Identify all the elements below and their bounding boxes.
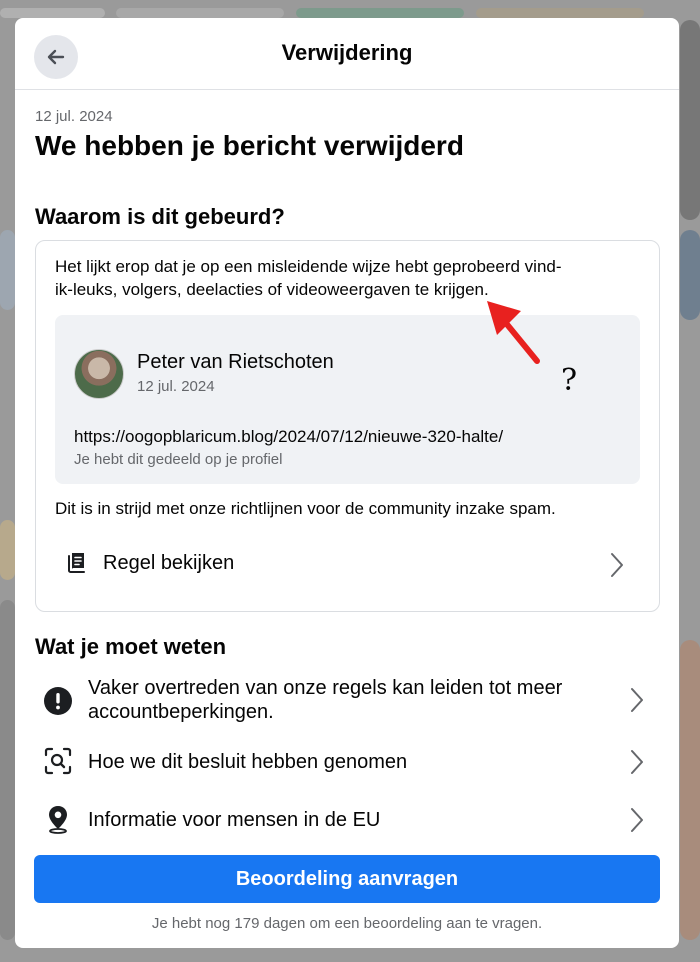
reason-text: Het lijkt erop dat je op een misleidende…	[55, 255, 640, 301]
post-link[interactable]: https://oogopblaricum.blog/2024/07/12/ni…	[74, 427, 503, 447]
eu-information-label: Informatie voor mensen in de EU	[88, 809, 381, 831]
dialog-title: Verwijdering	[281, 40, 413, 65]
why-heading: Waarom is dit gebeurd?	[35, 204, 285, 229]
location-pin-icon	[49, 806, 67, 834]
chevron-right-icon	[631, 808, 643, 832]
request-review-button[interactable]: Beoordeling aanvragen	[34, 855, 660, 903]
chevron-right-icon	[611, 553, 623, 577]
page-title: We hebben je bericht verwijderd	[35, 130, 464, 161]
book-icon	[68, 553, 85, 573]
reason-line-1: Het lijkt erop dat je op een misleidende…	[55, 257, 562, 276]
chevron-right-icon	[631, 750, 643, 774]
removal-date: 12 jul. 2024	[35, 108, 113, 125]
post-date: 12 jul. 2024	[137, 378, 215, 395]
decision-process-row[interactable]: Hoe we dit besluit hebben genomen	[35, 742, 660, 782]
avatar	[74, 349, 124, 399]
view-rule-button[interactable]: Regel bekijken	[36, 538, 659, 590]
annotation-arrow-icon	[487, 301, 540, 364]
post-author: Peter van Rietschoten	[137, 351, 334, 373]
repeat-violations-label: Vaker overtreden van onze regels kan lei…	[88, 677, 563, 723]
exclamation-circle-icon	[44, 687, 72, 715]
decision-process-label: Hoe we dit besluit hebben genomen	[88, 751, 408, 773]
search-frame-icon	[44, 747, 72, 775]
eu-information-row[interactable]: Informatie voor mensen in de EU	[35, 800, 660, 840]
shared-note: Je hebt dit gedeeld op je profiel	[74, 451, 283, 468]
removal-dialog: Verwijdering 12 jul. 2024 We hebben je b…	[15, 18, 679, 948]
review-deadline-note: Je hebt nog 179 dagen om een beoordeling…	[151, 915, 543, 932]
repeat-violations-row[interactable]: Vaker overtreden van onze regels kan lei…	[35, 674, 660, 726]
violation-text: Dit is in strijd met onze richtlijnen vo…	[55, 499, 556, 518]
chevron-right-icon	[631, 688, 643, 712]
view-rule-label: Regel bekijken	[103, 552, 235, 574]
reason-card: Het lijkt erop dat je op een misleidende…	[35, 240, 660, 612]
dialog-header: Verwijdering	[15, 18, 679, 90]
reason-line-2: ik-leuks, volgers, deelacties of videowe…	[55, 280, 489, 299]
know-heading: Wat je moet weten	[35, 634, 227, 659]
